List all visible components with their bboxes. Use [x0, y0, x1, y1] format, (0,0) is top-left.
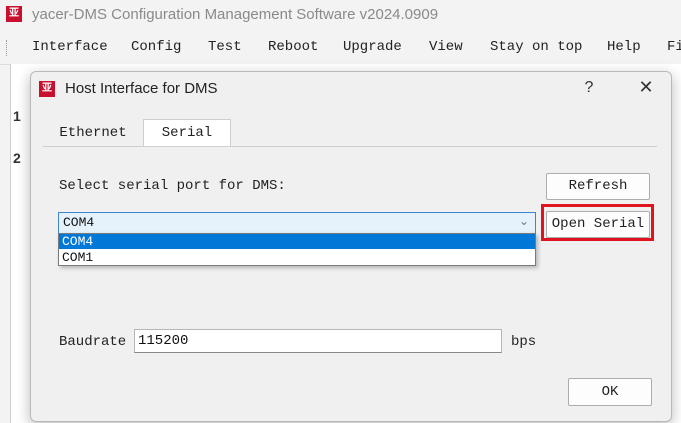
close-icon[interactable]: ✕ — [634, 77, 658, 98]
serial-port-value: COM4 — [63, 215, 95, 230]
dialog-title: Host Interface for DMS — [65, 80, 218, 97]
baudrate-input[interactable]: 115200 — [134, 329, 502, 353]
select-port-label: Select serial port for DMS: — [59, 178, 286, 194]
baudrate-label: Baudrate — [59, 334, 127, 350]
help-button[interactable]: ? — [579, 79, 599, 97]
port-option-com1[interactable]: COM1 — [59, 250, 535, 265]
app-titlebar: 亚 yacer-DMS Configuration Management Sof… — [0, 0, 681, 32]
port-option-com4[interactable]: COM4 — [59, 234, 535, 249]
dialog-logo: 亚 — [39, 81, 55, 97]
app-title: yacer-DMS Configuration Management Softw… — [32, 6, 439, 23]
menu-file-truncated[interactable]: Fi — [667, 39, 681, 55]
host-interface-dialog: 亚 Host Interface for DMS ? ✕ Ethernet Se… — [30, 71, 672, 422]
baudrate-unit: bps — [511, 334, 537, 350]
serial-port-dropdown: COM4 COM1 — [58, 233, 536, 266]
menu-upgrade[interactable]: Upgrade — [343, 39, 402, 55]
baudrate-value: 115200 — [138, 333, 189, 349]
ok-button[interactable]: OK — [568, 378, 652, 406]
open-serial-highlight — [541, 204, 654, 241]
tab-serial[interactable]: Serial — [143, 119, 231, 148]
menu-reboot[interactable]: Reboot — [268, 39, 318, 55]
menubar: Interface Config Test Reboot Upgrade Vie… — [0, 32, 681, 65]
tab-ethernet[interactable]: Ethernet — [45, 120, 141, 147]
chevron-down-icon[interactable]: ⌄ — [519, 214, 529, 228]
menu-test[interactable]: Test — [208, 39, 242, 55]
menubar-grip[interactable] — [6, 40, 9, 56]
serial-port-select[interactable]: COM4 ⌄ — [58, 212, 536, 234]
menu-interface[interactable]: Interface — [32, 39, 108, 55]
app-logo: 亚 — [6, 6, 22, 22]
menu-view[interactable]: View — [429, 39, 463, 55]
refresh-button[interactable]: Refresh — [546, 173, 650, 200]
menu-help[interactable]: Help — [607, 39, 641, 55]
menu-stay-on-top[interactable]: Stay on top — [490, 39, 582, 55]
dialog-titlebar[interactable]: 亚 Host Interface for DMS ? ✕ — [31, 72, 671, 106]
menu-config[interactable]: Config — [131, 39, 181, 55]
